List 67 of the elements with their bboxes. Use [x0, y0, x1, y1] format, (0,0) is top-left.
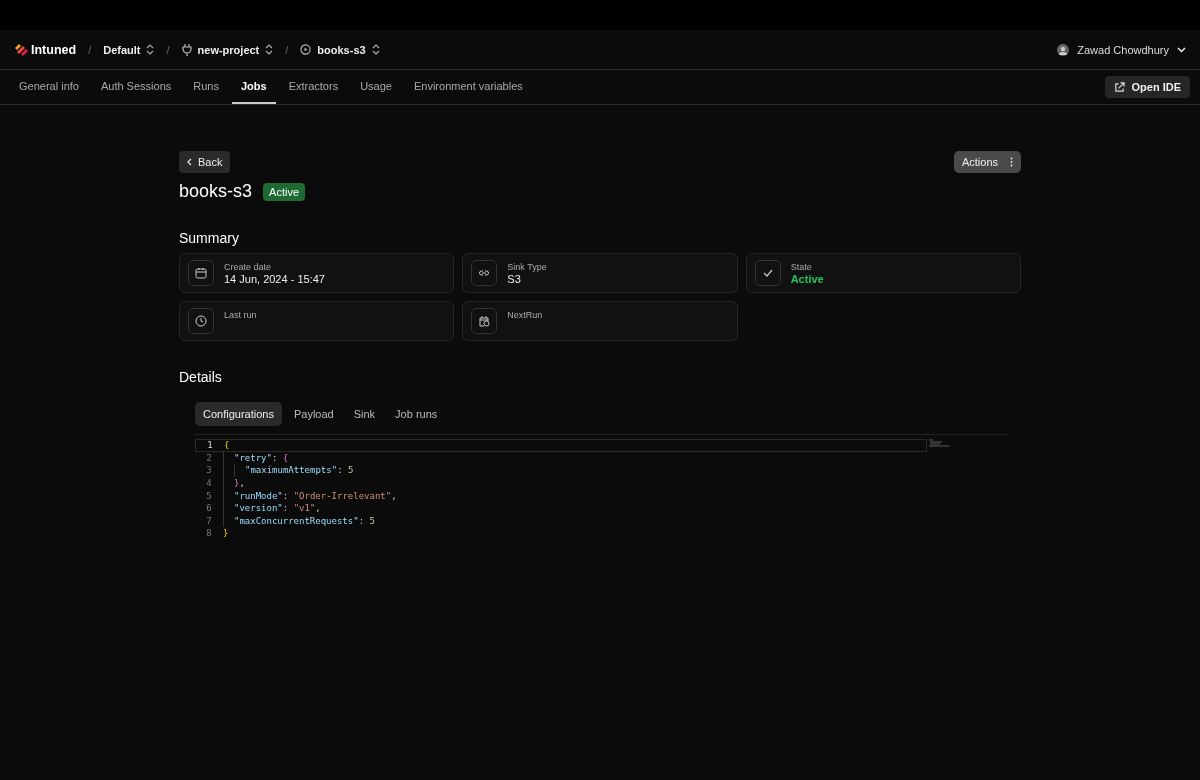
chevron-updown-icon[interactable] [371, 44, 380, 55]
play-circle-icon [300, 44, 312, 55]
breadcrumb-separator: / [166, 43, 170, 56]
line-number: 4 [205, 478, 213, 489]
breadcrumb-link[interactable]: Default [103, 43, 141, 56]
line-number: 1 [206, 440, 214, 451]
card-label: NextRun [507, 310, 543, 320]
chevron-left-icon [187, 158, 192, 166]
job-title: books-s3 [179, 181, 253, 202]
breadcrumb-separator: / [285, 43, 289, 56]
check-icon [762, 269, 773, 277]
user-name[interactable]: Zawad Chowdhury [1077, 43, 1169, 56]
chevron-down-icon[interactable] [1177, 46, 1186, 53]
code-line: "runMode": "Order-Irrelevant", [234, 490, 397, 501]
nav-tab[interactable]: Runs [184, 70, 228, 104]
breadcrumb-link[interactable]: books-s3 [317, 43, 366, 56]
open-ide-button[interactable]: Open IDE [1105, 76, 1190, 98]
details-tab[interactable]: Sink [345, 402, 384, 426]
logo[interactable]: Intuned [31, 42, 77, 57]
link-icon [478, 267, 491, 279]
card-value: 14 Jun, 2024 - 15:47 [224, 273, 325, 285]
code-line: "maxConcurrentRequests": 5 [234, 515, 375, 526]
nav-tab[interactable]: Auth Sessions [91, 70, 181, 104]
chevron-updown-icon[interactable] [146, 44, 155, 55]
code-line: "version": "v1", [234, 503, 321, 514]
details-tab[interactable]: Configurations [195, 402, 282, 426]
line-number: 3 [205, 465, 213, 476]
details-tab[interactable]: Payload [285, 402, 342, 426]
back-button[interactable]: Back [179, 151, 231, 173]
avatar-icon [1057, 43, 1070, 56]
external-link-icon [1114, 81, 1126, 93]
nav-tab[interactable]: General info [10, 70, 88, 104]
code-line: } [223, 528, 229, 539]
logo-icon [14, 43, 28, 56]
nav-tab[interactable]: Usage [351, 70, 401, 104]
line-number: 6 [205, 503, 213, 514]
line-number: 2 [205, 452, 213, 463]
details-tab[interactable]: Job runs [387, 402, 446, 426]
nav-tab[interactable]: Extractors [279, 70, 348, 104]
section-heading: Summary [179, 230, 240, 246]
minimap-drawing [929, 439, 949, 447]
actions-button[interactable]: Actions [953, 151, 1021, 173]
chevron-updown-icon[interactable] [265, 44, 274, 55]
code-line: { [224, 440, 230, 451]
plug-icon [181, 43, 192, 56]
code-line: }, [234, 478, 245, 489]
line-number: 8 [205, 528, 213, 539]
status-badge: Active [263, 182, 305, 201]
code-line: "retry": { [234, 452, 289, 463]
breadcrumb-link[interactable]: new-project [197, 43, 260, 56]
calendar-icon [195, 267, 207, 279]
card-value: S3 [507, 273, 522, 285]
code-line: "maximumAttempts": 5 [245, 465, 354, 476]
more-vertical-icon [1010, 157, 1013, 167]
breadcrumb-separator: / [88, 43, 92, 56]
nav-tab[interactable]: Jobs [231, 70, 276, 104]
section-heading: Details [179, 369, 223, 385]
card-value: Active [790, 273, 824, 285]
card-label: State [790, 262, 813, 272]
card-label: Sink Type [507, 262, 547, 272]
card-label: Last run [224, 310, 257, 320]
clock-icon [195, 315, 207, 327]
nav-tab[interactable]: Environment variables [404, 70, 532, 104]
calendar-clock-icon [478, 315, 491, 327]
line-number: 7 [205, 515, 213, 526]
card-label: Create date [224, 262, 273, 272]
line-number: 5 [205, 490, 213, 501]
